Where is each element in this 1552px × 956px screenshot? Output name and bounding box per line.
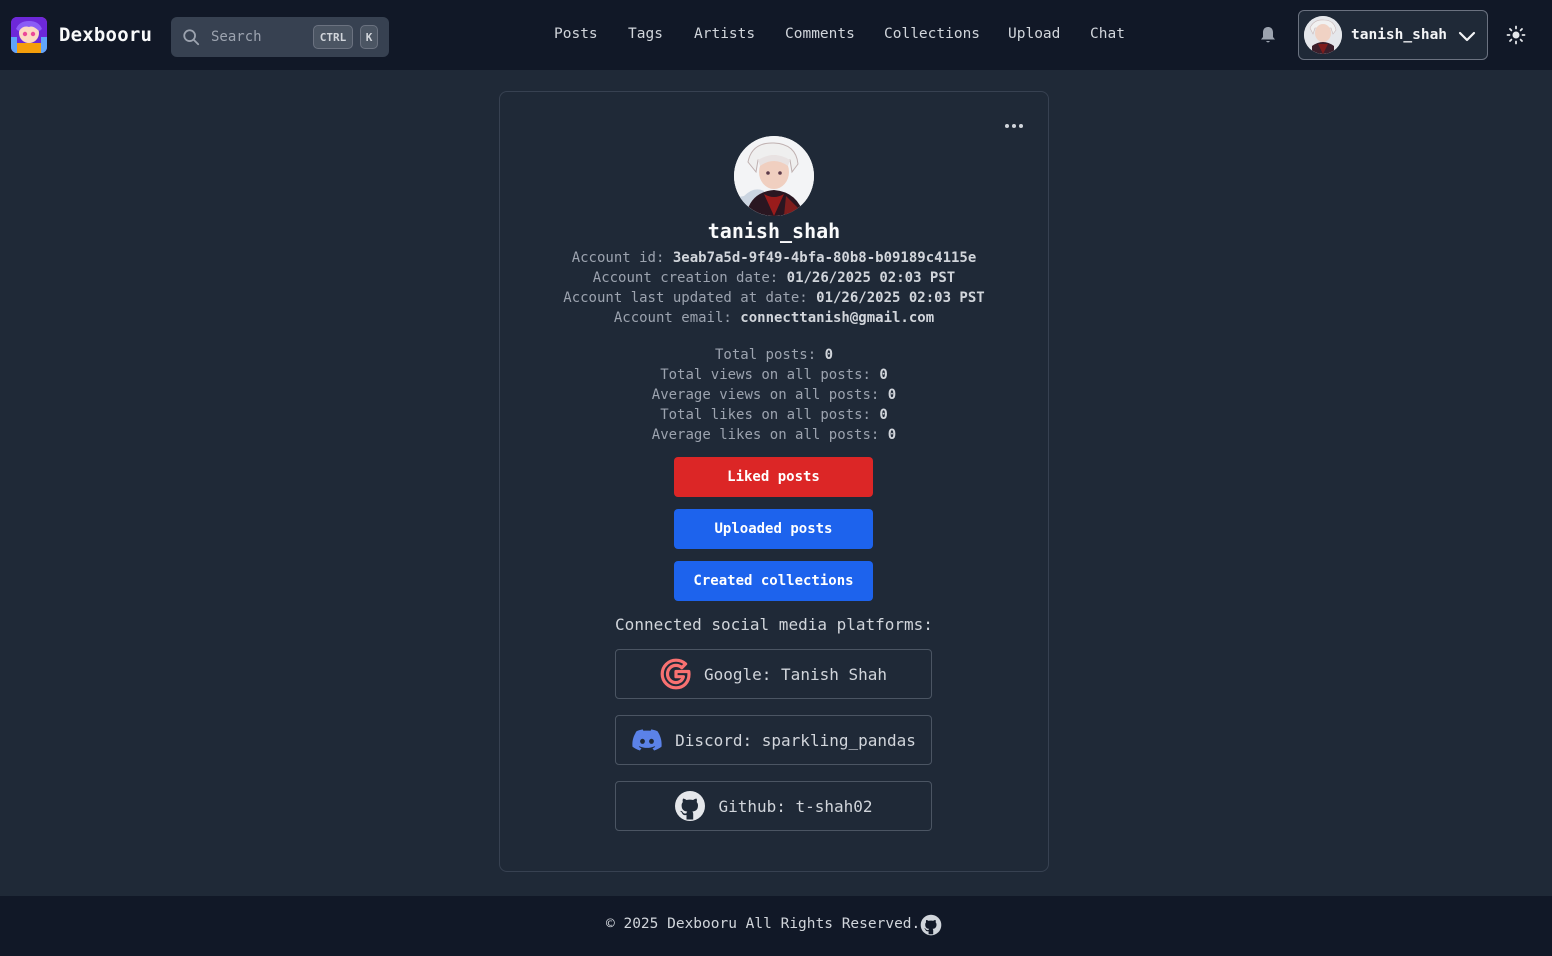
stat-label: Average views on all posts:	[651, 387, 888, 403]
profile-avatar	[734, 136, 814, 216]
account-email-value: connecttanish@gmail.com	[740, 310, 935, 326]
stat-average-likes: Average likes on all posts: 0	[500, 427, 1048, 443]
stat-average-views: Average views on all posts: 0	[500, 387, 1048, 403]
stat-total-views: Total views on all posts: 0	[500, 367, 1048, 383]
stat-total-posts: Total posts: 0	[500, 347, 1048, 363]
nav-artists[interactable]: Artists	[694, 26, 755, 42]
chevron-down-icon	[1458, 31, 1476, 42]
user-menu-button[interactable]: tanish_shah	[1298, 10, 1488, 60]
account-updated-value: 01/26/2025 02:03 PST	[816, 290, 985, 306]
more-options-icon[interactable]	[1002, 117, 1026, 135]
github-connection-button[interactable]: Github: t-shah02	[615, 781, 932, 831]
account-id-label: Account id:	[571, 250, 673, 266]
nav-chat[interactable]: Chat	[1090, 26, 1125, 42]
avatar	[1304, 16, 1342, 54]
logo-text[interactable]: Dexbooru	[59, 24, 152, 46]
google-icon	[660, 658, 691, 690]
stat-value: 0	[879, 407, 888, 423]
profile-username: tanish_shah	[707, 219, 841, 243]
nav-tags[interactable]: Tags	[628, 26, 663, 42]
nav-comments[interactable]: Comments	[785, 26, 855, 42]
shortcut-k-key: K	[360, 25, 378, 49]
google-connection-label: Google: Tanish Shah	[703, 664, 888, 684]
stat-label: Total likes on all posts:	[660, 407, 880, 423]
account-updated-line: Account last updated at date: 01/26/2025…	[500, 290, 1048, 306]
nav-upload[interactable]: Upload	[1008, 26, 1060, 42]
shortcut-ctrl-key: CTRL	[313, 25, 353, 49]
google-connection-button[interactable]: Google: Tanish Shah	[615, 649, 932, 699]
user-menu-username: tanish_shah	[1351, 27, 1448, 43]
theme-toggle-sun-icon[interactable]	[1506, 25, 1526, 45]
account-id-value: 3eab7a5d-9f49-4bfa-80b8-b09189c4115e	[672, 250, 977, 266]
search-input[interactable]	[211, 27, 311, 47]
stat-value: 0	[887, 387, 897, 403]
account-updated-label: Account last updated at date:	[563, 290, 817, 306]
profile-card: tanish_shah Account id: 3eab7a5d-9f49-4b…	[499, 91, 1049, 872]
stat-value: 0	[887, 427, 897, 443]
search-box[interactable]: CTRL K	[171, 17, 389, 57]
notifications-bell-icon[interactable]	[1258, 25, 1278, 45]
stat-label: Total posts:	[714, 347, 825, 363]
stat-value: 0	[879, 367, 888, 383]
nav-posts[interactable]: Posts	[554, 26, 598, 42]
footer-github-icon[interactable]	[920, 914, 942, 936]
social-platforms-heading: Connected social media platforms:	[615, 615, 933, 634]
uploaded-posts-button[interactable]: Uploaded posts	[674, 509, 873, 549]
discord-connection-button[interactable]: Discord: sparkling_pandas	[615, 715, 932, 765]
github-connection-label: Github: t-shah02	[718, 796, 873, 816]
account-creation-value: 01/26/2025 02:03 PST	[786, 270, 956, 286]
discord-icon	[632, 729, 662, 751]
stat-label: Total views on all posts:	[660, 367, 880, 383]
github-icon	[675, 791, 706, 821]
account-id-line: Account id: 3eab7a5d-9f49-4bfa-80b8-b091…	[500, 250, 1048, 266]
liked-posts-button[interactable]: Liked posts	[674, 457, 873, 497]
top-navbar: Dexbooru CTRL K Posts Tags Artists Comme…	[0, 0, 1552, 71]
stat-label: Average likes on all posts:	[651, 427, 888, 443]
footer: © 2025 Dexbooru All Rights Reserved.	[0, 896, 1552, 956]
created-collections-button[interactable]: Created collections	[674, 561, 873, 601]
stat-value: 0	[824, 347, 833, 363]
nav-collections[interactable]: Collections	[884, 26, 980, 42]
account-email-line: Account email: connecttanish@gmail.com	[500, 310, 1048, 326]
logo-icon[interactable]	[11, 17, 47, 53]
account-email-label: Account email:	[613, 310, 741, 326]
footer-copyright: © 2025 Dexbooru All Rights Reserved.	[606, 916, 921, 932]
account-creation-line: Account creation date: 01/26/2025 02:03 …	[500, 270, 1048, 286]
stat-total-likes: Total likes on all posts: 0	[500, 407, 1048, 423]
search-icon	[183, 29, 200, 46]
discord-connection-label: Discord: sparkling_pandas	[675, 730, 916, 750]
account-creation-label: Account creation date:	[592, 270, 787, 286]
